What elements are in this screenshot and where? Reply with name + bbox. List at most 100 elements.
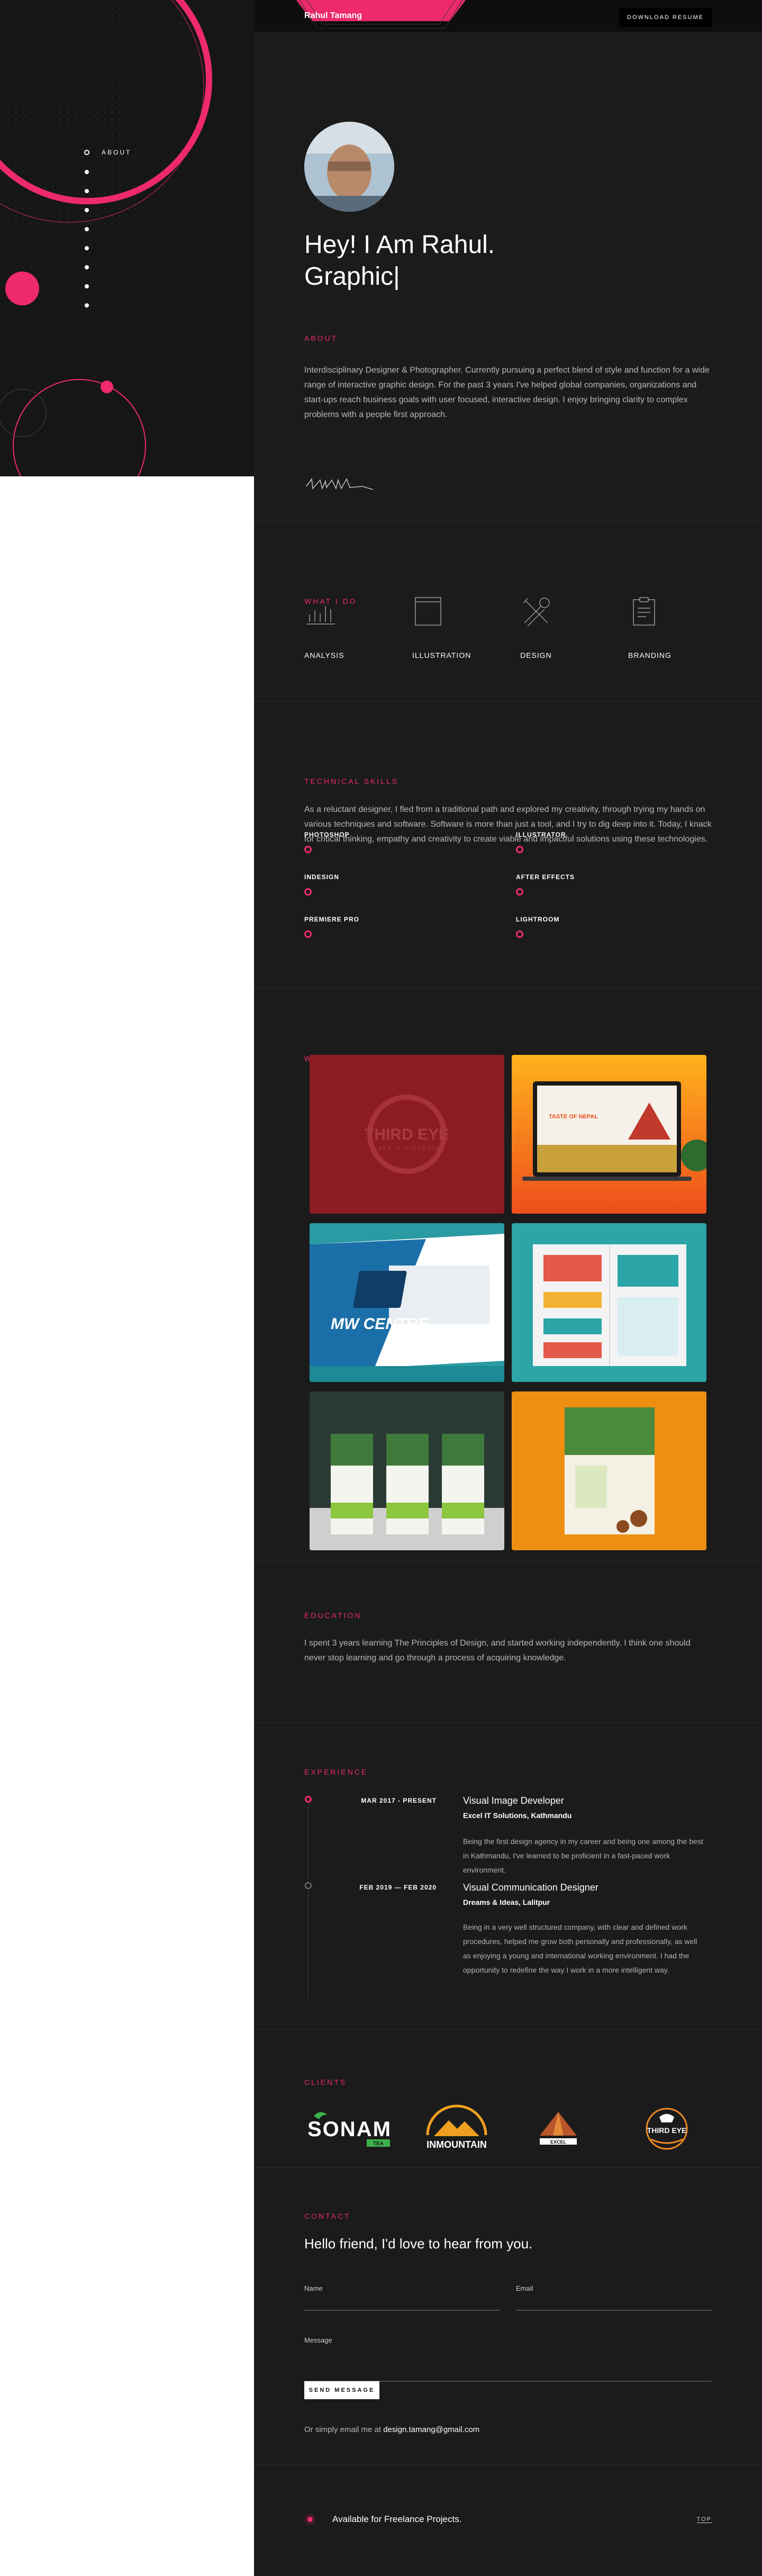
footer-section: Available for Freelance Projects. TOP bbox=[254, 2465, 762, 2576]
third-eye-client-logo[interactable]: THIRD EYE bbox=[635, 2107, 698, 2154]
svg-text:MW CENTRE: MW CENTRE bbox=[331, 1315, 429, 1333]
experience-role: Visual Communication Designer bbox=[463, 1882, 598, 1893]
experience-section: EXPERIENCE MAR 2017 - PRESENT Visual Ima… bbox=[254, 1723, 762, 2029]
skill-after-effects: AFTER EFFECTS bbox=[516, 873, 717, 896]
nav-dot-clients[interactable] bbox=[85, 265, 89, 269]
skill-bar bbox=[516, 930, 717, 938]
skill-premiere-pro: PREMIERE PRO bbox=[304, 916, 505, 938]
decorative-background bbox=[0, 0, 254, 476]
clients-section: CLIENTS SONAM TEA INMOUNTAIN EXCEL THIRD… bbox=[254, 2029, 762, 2168]
avatar-photo bbox=[304, 122, 394, 212]
bar-chart-icon bbox=[306, 606, 335, 625]
experience-date: FEB 2019 — FEB 2020 bbox=[359, 1884, 437, 1891]
nav-dot-education[interactable] bbox=[85, 227, 89, 231]
nav-dot-contact[interactable] bbox=[85, 284, 89, 288]
work-item-third-eye[interactable]: THIRD EYE CAFE & PIZZERIA bbox=[310, 1055, 504, 1214]
hero-greeting: Hey! I Am Rahul. bbox=[304, 231, 495, 259]
website-mockup-image: TASTE OF NEPAL bbox=[512, 1055, 706, 1214]
download-resume-button[interactable]: DOWNLOAD RESUME bbox=[619, 8, 712, 27]
service-label: ANALYSIS bbox=[304, 651, 344, 659]
experience-role: Visual Image Developer bbox=[463, 1795, 564, 1806]
svg-text:EXCEL: EXCEL bbox=[550, 2139, 567, 2145]
skill-bar bbox=[304, 846, 505, 853]
skill-name: PHOTOSHOP bbox=[304, 831, 350, 838]
skill-name: AFTER EFFECTS bbox=[516, 873, 575, 881]
experience-company: Dreams & Ideas, Lalitpur bbox=[463, 1898, 550, 1906]
signature-image bbox=[306, 477, 374, 490]
work-item-pouch-packaging[interactable] bbox=[512, 1391, 706, 1550]
skill-dot bbox=[516, 888, 523, 896]
svg-text:INMOUNTAIN: INMOUNTAIN bbox=[427, 2139, 487, 2150]
browser-window-icon bbox=[415, 597, 441, 626]
email-note-prefix: Or simply email me at bbox=[304, 2425, 384, 2434]
tea-packaging-image bbox=[310, 1391, 504, 1550]
nav-active-label[interactable]: ABOUT bbox=[102, 149, 131, 156]
contact-title: CONTACT bbox=[304, 2212, 351, 2220]
work-item-mw-centre[interactable]: MW CENTRE bbox=[310, 1223, 504, 1382]
skill-bar bbox=[304, 888, 505, 896]
sonam-logo[interactable]: SONAM TEA bbox=[304, 2109, 400, 2151]
top-header: Rahul Tamang DOWNLOAD RESUME bbox=[254, 0, 762, 32]
education-title: EDUCATION bbox=[304, 1611, 362, 1620]
clipboard-icon bbox=[633, 597, 655, 626]
about-section: Hey! I Am Rahul. Graphic ABOUT Interdisc… bbox=[254, 32, 762, 522]
avatar bbox=[304, 122, 394, 212]
contact-email-link[interactable]: design.tamang@gmail.com bbox=[383, 2425, 479, 2434]
availability-text: Available for Freelance Projects. bbox=[332, 2514, 462, 2524]
nav-dot-work[interactable] bbox=[85, 208, 89, 212]
email-label: Email bbox=[516, 2284, 533, 2292]
mw-centre-image: MW CENTRE bbox=[310, 1223, 504, 1382]
about-text: Interdisciplinary Designer & Photographe… bbox=[304, 366, 710, 419]
message-textarea[interactable] bbox=[304, 2348, 712, 2382]
service-label: ILLUSTRATION bbox=[412, 651, 471, 659]
pouch-packaging-image bbox=[512, 1391, 706, 1550]
timeline-line bbox=[308, 1798, 309, 1999]
nav-dot-experience[interactable] bbox=[85, 246, 89, 250]
skill-dot bbox=[304, 846, 312, 853]
skill-bar bbox=[516, 846, 717, 853]
nav-dot-what-i-do[interactable] bbox=[85, 170, 89, 174]
service-illustration: ILLUSTRATION bbox=[412, 595, 497, 659]
name-input[interactable] bbox=[304, 2294, 500, 2311]
work-item-brochure[interactable] bbox=[512, 1223, 706, 1382]
skill-photoshop: PHOTOSHOP bbox=[304, 831, 505, 853]
skill-name: INDESIGN bbox=[304, 873, 340, 881]
skill-lightroom: LIGHTROOM bbox=[516, 916, 717, 938]
brand-name[interactable]: Rahul Tamang bbox=[304, 11, 362, 21]
brochure-image bbox=[512, 1223, 706, 1382]
email-input[interactable] bbox=[516, 2294, 712, 2311]
small-ball bbox=[101, 381, 113, 393]
send-message-button[interactable]: SEND MESSAGE bbox=[304, 2381, 379, 2399]
name-label: Name bbox=[304, 2284, 323, 2292]
skill-name: LIGHTROOM bbox=[516, 916, 560, 923]
svg-text:THIRD EYE: THIRD EYE bbox=[365, 1126, 449, 1143]
experience-company: Excel IT Solutions, Kathmandu bbox=[463, 1811, 572, 1820]
svg-text:TASTE OF NEPAL: TASTE OF NEPAL bbox=[549, 1114, 598, 1120]
service-analysis: ANALYSIS bbox=[304, 595, 389, 659]
service-label: DESIGN bbox=[520, 651, 552, 659]
third-eye-logo-image: THIRD EYE CAFE & PIZZERIA bbox=[310, 1055, 504, 1214]
about-title: ABOUT bbox=[304, 334, 338, 342]
left-panel: ABOUT bbox=[0, 0, 254, 476]
experience-title: EXPERIENCE bbox=[304, 1768, 368, 1776]
skill-indesign: INDESIGN bbox=[304, 873, 505, 896]
hero-typed-role: Graphic bbox=[304, 260, 400, 293]
pyramid-logo[interactable]: EXCEL bbox=[534, 2107, 582, 2154]
back-to-top-link[interactable]: TOP bbox=[696, 2516, 712, 2523]
skill-dot bbox=[516, 930, 523, 938]
nav-dot-technical-skills[interactable] bbox=[85, 189, 89, 193]
education-section: EDUCATION I spent 3 years learning The P… bbox=[254, 1562, 762, 1723]
nav-dot-about[interactable]: ABOUT bbox=[84, 149, 130, 156]
skills-title: TECHNICAL SKILLS bbox=[304, 777, 399, 785]
nav-dot-footer[interactable] bbox=[85, 303, 89, 308]
work-item-tea-packaging[interactable] bbox=[310, 1391, 504, 1550]
inmountain-logo[interactable]: INMOUNTAIN bbox=[422, 2104, 491, 2152]
skill-bar bbox=[304, 930, 505, 938]
skill-dot bbox=[304, 930, 312, 938]
experience-date: MAR 2017 - PRESENT bbox=[361, 1797, 437, 1804]
education-text: I spent 3 years learning The Principles … bbox=[304, 1639, 691, 1662]
work-item-web-design[interactable]: TASTE OF NEPAL bbox=[512, 1055, 706, 1214]
experience-description: Being the first design agency in my care… bbox=[463, 1837, 703, 1874]
skill-name: ILLUSTRATOR bbox=[516, 831, 566, 838]
tools-icon bbox=[523, 598, 550, 627]
